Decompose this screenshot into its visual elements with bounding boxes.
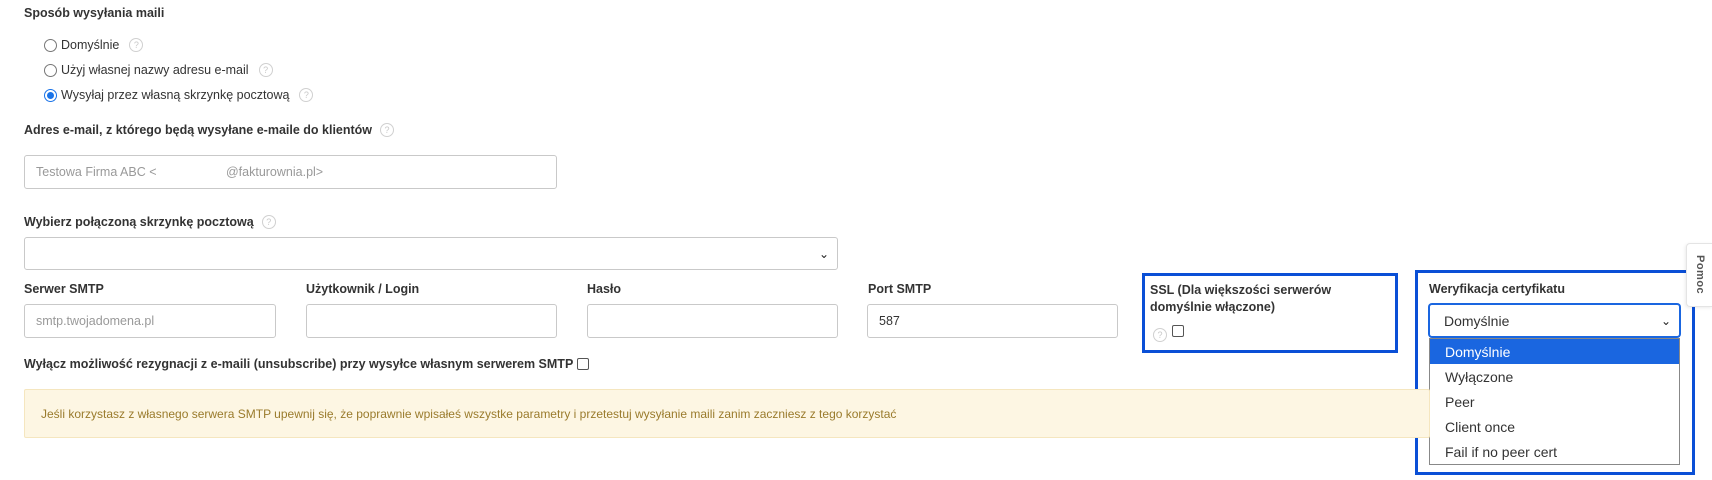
radio-own-name-label: Użyj własnej nazwy adresu e-mail: [61, 63, 249, 77]
radio-own-name[interactable]: Użyj własnej nazwy adresu e-mail ?: [44, 63, 273, 77]
cert-option-default[interactable]: Domyślnie: [1430, 339, 1679, 364]
mailbox-select[interactable]: ⌄: [24, 237, 838, 270]
smtp-user-label: Użytkownik / Login: [306, 282, 420, 296]
cert-option-client-once[interactable]: Client once: [1430, 414, 1679, 439]
help-circle-icon[interactable]: ?: [261, 215, 276, 229]
ssl-label: SSL (Dla większości serwerów domyślnie w…: [1150, 283, 1332, 314]
smtp-port-input[interactable]: 587: [867, 304, 1118, 338]
cert-option-disabled[interactable]: Wyłączone: [1430, 364, 1679, 389]
cert-option-fail-if-no-peer[interactable]: Fail if no peer cert: [1430, 439, 1679, 464]
help-circle-icon[interactable]: ?: [129, 38, 144, 52]
radio-own-name-control[interactable]: [44, 63, 57, 77]
unsubscribe-row: Wyłącz możliwość rezygnacji z e-maili (u…: [24, 357, 590, 371]
email-field[interactable]: Testowa Firma ABC < @fakturownia.pl>: [24, 155, 557, 189]
radio-default[interactable]: Domyślnie ?: [44, 38, 144, 52]
unsubscribe-label: Wyłącz możliwość rezygnacji z e-maili (u…: [24, 357, 574, 371]
help-circle-icon[interactable]: ?: [258, 63, 273, 77]
cert-verification-selected: Domyślnie: [1444, 312, 1510, 329]
cert-verification-select[interactable]: Domyślnie ⌄: [1429, 304, 1680, 337]
cert-option-peer[interactable]: Peer: [1430, 389, 1679, 414]
ssl-checkbox[interactable]: [1172, 325, 1184, 337]
smtp-server-input[interactable]: smtp.twojadomena.pl: [24, 304, 276, 338]
chevron-down-icon: ⌄: [1660, 313, 1671, 328]
radio-default-label: Domyślnie: [61, 38, 120, 52]
radio-own-mailbox-control[interactable]: [44, 88, 57, 102]
unsubscribe-checkbox[interactable]: [577, 358, 590, 370]
smtp-port-label: Port SMTP: [868, 282, 932, 296]
smtp-password-input[interactable]: [587, 304, 838, 338]
radio-default-control[interactable]: [44, 38, 57, 52]
radio-own-mailbox[interactable]: Wysyłaj przez własną skrzynkę pocztową ?: [44, 88, 314, 102]
alert-text: Jeśli korzystasz z własnego serwera SMTP…: [41, 406, 897, 421]
section-title: Sposób wysyłania maili: [24, 6, 165, 20]
help-circle-icon[interactable]: ?: [299, 88, 314, 102]
cert-verification-dropdown[interactable]: Domyślnie Wyłączone Peer Client once Fai…: [1429, 338, 1680, 465]
smtp-server-label: Serwer SMTP: [24, 282, 104, 296]
email-field-label-row: Adres e-mail, z którego będą wysyłane e-…: [24, 123, 395, 137]
mailbox-select-label: Wybierz połączoną skrzynkę pocztową: [24, 215, 254, 229]
radio-own-mailbox-label: Wysyłaj przez własną skrzynkę pocztową: [61, 88, 290, 102]
mailbox-select-label-row: Wybierz połączoną skrzynkę pocztową ?: [24, 215, 276, 229]
email-field-label: Adres e-mail, z którego będą wysyłane e-…: [24, 123, 373, 137]
help-circle-icon[interactable]: ?: [380, 123, 395, 137]
help-circle-icon[interactable]: ?: [1153, 328, 1167, 342]
cert-verification-label: Weryfikacja certyfikatu: [1429, 282, 1565, 296]
help-tab-label: Pomoc: [1694, 255, 1706, 295]
smtp-user-input[interactable]: [306, 304, 557, 338]
smtp-password-label: Hasło: [587, 282, 622, 296]
chevron-down-icon: ⌄: [818, 246, 829, 261]
smtp-warning-alert: Jeśli korzystasz z własnego serwera SMTP…: [24, 389, 1430, 438]
help-side-tab[interactable]: Pomoc: [1686, 243, 1712, 307]
